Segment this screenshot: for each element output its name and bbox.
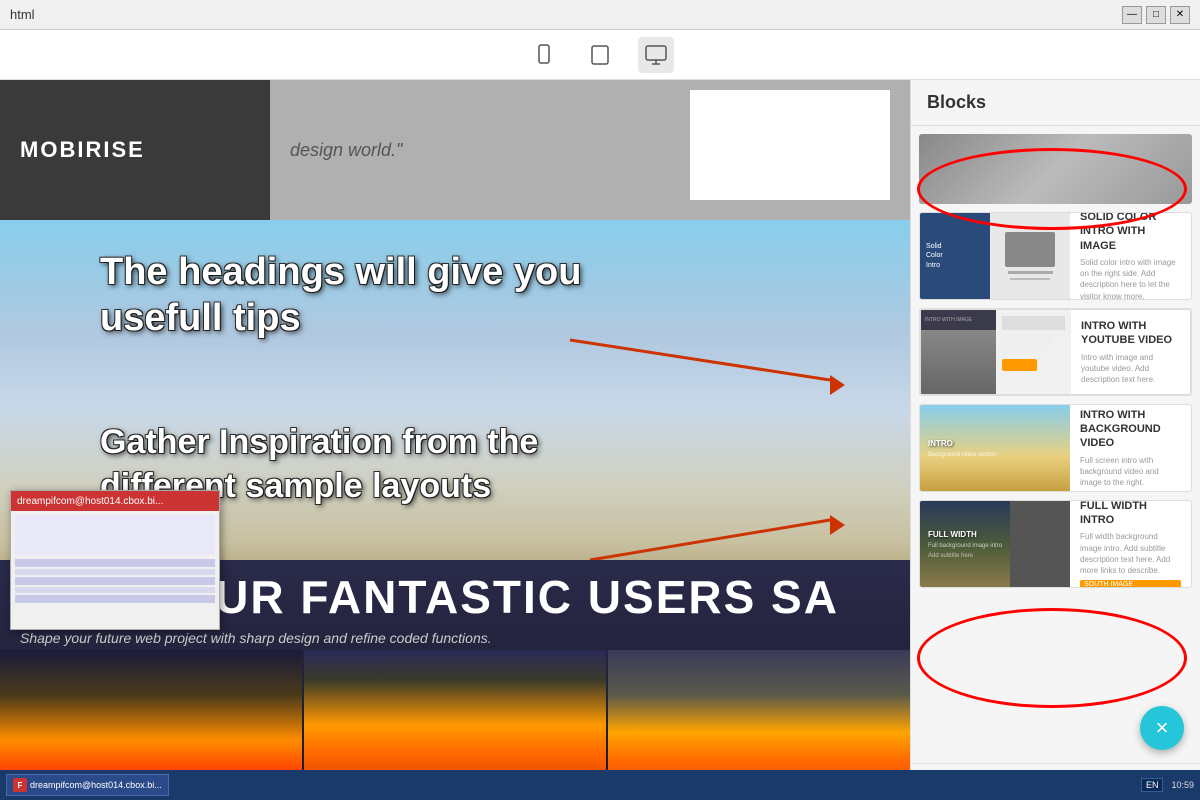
chat-title-text: dreampifcom@host014.cbox.bi... <box>17 496 213 507</box>
preview-text-small: SolidColorIntro <box>926 242 943 269</box>
taskbar-app-icon: F <box>13 778 27 792</box>
block-info-fullwidth: FULL WIDTH INTRO Full width background i… <box>1070 501 1191 587</box>
block-title-youtube: INTRO WITH YOUTUBE VIDEO <box>1081 319 1180 348</box>
block-desc-fullwidth: Full width background image intro. Add s… <box>1080 531 1181 576</box>
taskbar: F dreampifcom@host014.cbox.bi... EN 10:5… <box>0 770 1200 800</box>
chat-titlebar: dreampifcom@host014.cbox.bi... <box>11 491 219 511</box>
block-preview-bgvideo: INTRO Background video section <box>920 405 1070 491</box>
block-item-bg-video[interactable]: INTRO Background video section INTRO WIT… <box>919 404 1192 492</box>
preview-yt-overlay: INTRO WITH IMAGE <box>921 310 996 330</box>
block-info-bg-video: INTRO WITH BACKGROUND VIDEO Full screen … <box>1070 405 1191 491</box>
chat-body <box>11 511 219 629</box>
block-item-solid-color[interactable]: SolidColorIntro SOLID COLOR INTRO WITH I… <box>919 212 1192 300</box>
chat-row-4 <box>15 587 215 593</box>
main-layout: MOBIRISE design world." The headings wil… <box>0 80 1200 800</box>
canvas-quote: design world." <box>290 140 402 160</box>
chat-body-inner <box>15 515 215 555</box>
tablet-view-button[interactable] <box>582 37 618 73</box>
block-info-youtube: INTRO WITH YOUTUBE VIDEO Intro with imag… <box>1071 310 1190 394</box>
block-title-fullwidth: FULL WIDTH INTRO <box>1080 500 1181 527</box>
preview-yt-left: INTRO WITH IMAGE <box>921 310 996 394</box>
block-item-youtube[interactable]: INTRO WITH IMAGE INTRO WITH YOUTUBE VIDE… <box>919 308 1192 396</box>
block-desc-youtube: Intro with image and youtube video. Add … <box>1081 352 1180 386</box>
taskbar-app-label: dreampifcom@host014.cbox.bi... <box>30 780 162 790</box>
preview-yt-right <box>996 310 1071 394</box>
title-bar-text: html <box>10 7 35 22</box>
taskbar-right: EN 10:59 <box>1141 778 1194 792</box>
canvas-white-box <box>690 90 890 200</box>
taskbar-time: 10:59 <box>1171 780 1194 790</box>
chat-row-5 <box>15 595 215 603</box>
chat-row-2 <box>15 569 215 575</box>
preview-person <box>921 330 996 394</box>
chat-row-1 <box>15 559 215 567</box>
block-tag-fullwidth: SOUTH IMAGE <box>1080 580 1181 588</box>
desktop-view-button[interactable] <box>638 37 674 73</box>
canvas-content: MOBIRISE design world." The headings wil… <box>0 80 910 800</box>
block-preview-youtube: INTRO WITH IMAGE <box>921 310 1071 394</box>
block-preview-solid-color: SolidColorIntro <box>920 213 1070 299</box>
canvas-area: MOBIRISE design world." The headings wil… <box>0 80 910 800</box>
block-title-solid-color: SOLID COLOR INTRO WITH IMAGE <box>1080 212 1181 253</box>
block-item-top[interactable] <box>919 134 1192 204</box>
close-button[interactable]: ✕ <box>1170 6 1190 24</box>
chat-row-3 <box>15 577 215 585</box>
block-desc-bg-video: Full screen intro with background video … <box>1080 455 1181 489</box>
canvas-logo: MOBIRISE <box>0 80 270 220</box>
panel-header: Blocks <box>911 80 1200 126</box>
mobile-view-button[interactable] <box>526 37 562 73</box>
fab-button[interactable]: × <box>1140 706 1184 750</box>
block-preview-fullwidth: FULL WIDTH Full background image intro A… <box>920 501 1070 587</box>
right-panel: Blocks SolidColorIntro <box>910 80 1200 800</box>
title-bar-controls: — □ ✕ <box>1122 6 1190 24</box>
canvas-top-section: MOBIRISE design world." <box>0 80 910 220</box>
block-title-bg-video: INTRO WITH BACKGROUND VIDEO <box>1080 408 1181 451</box>
annotation-heading-1: The headings will give you usefull tips <box>100 250 650 341</box>
canvas-quote-area: design world." <box>290 140 402 161</box>
panel-scroll[interactable]: SolidColorIntro SOLID COLOR INTRO WITH I… <box>911 126 1200 763</box>
toolbar <box>0 30 1200 80</box>
taskbar-lang: EN <box>1141 778 1164 792</box>
maximize-button[interactable]: □ <box>1146 6 1166 24</box>
block-item-fullwidth[interactable]: FULL WIDTH Full background image intro A… <box>919 500 1192 588</box>
canvas-main-section: The headings will give you usefull tips … <box>0 220 910 800</box>
minimize-button[interactable]: — <box>1122 6 1142 24</box>
title-bar: html — □ ✕ <box>0 0 1200 30</box>
chat-window: dreampifcom@host014.cbox.bi... <box>10 490 220 630</box>
block-info-solid-color: SOLID COLOR INTRO WITH IMAGE Solid color… <box>1070 213 1191 299</box>
top-preview-image <box>919 134 1192 204</box>
preview-right-panel <box>990 213 1070 299</box>
taskbar-app-button[interactable]: F dreampifcom@host014.cbox.bi... <box>6 774 169 796</box>
canvas-subtext: Shape your future web project with sharp… <box>0 630 512 646</box>
block-desc-solid-color: Solid color intro with image on the righ… <box>1080 257 1181 300</box>
preview-left-panel: SolidColorIntro <box>920 213 990 299</box>
logo-text: MOBIRISE <box>20 137 145 163</box>
